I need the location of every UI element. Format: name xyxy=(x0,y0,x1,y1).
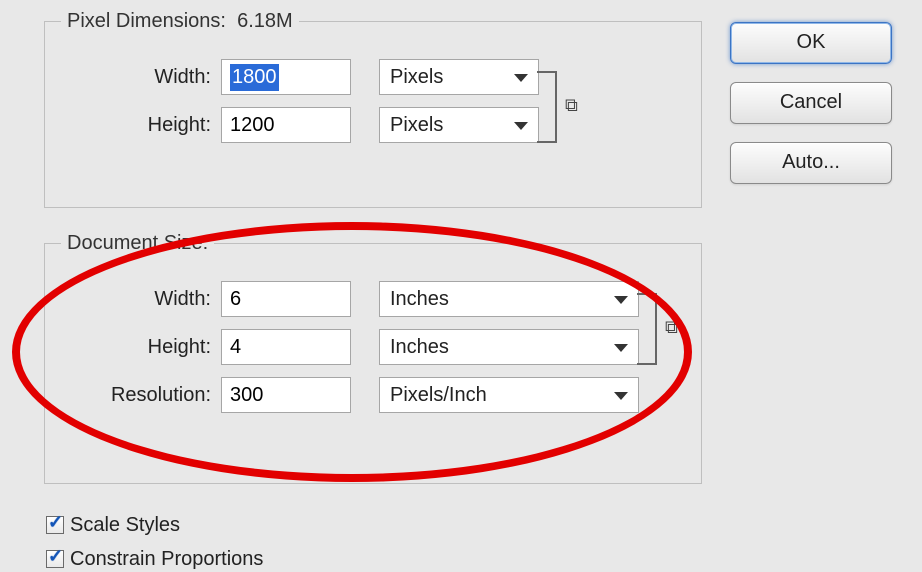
doc-height-row: Height: Inches xyxy=(61,323,685,371)
link-icon[interactable]: ⧉ xyxy=(665,317,678,338)
doc-resolution-label: Resolution: xyxy=(61,384,221,407)
scale-styles-row: Scale Styles xyxy=(46,508,702,542)
cancel-button[interactable]: Cancel xyxy=(730,82,892,124)
px-width-input[interactable]: 1800 xyxy=(221,59,351,95)
doc-resolution-unit: Pixels/Inch xyxy=(390,384,487,406)
px-height-unit: Pixels xyxy=(390,114,443,136)
pixel-dimensions-group: Pixel Dimensions: 6.18M Width: 1800 Pixe… xyxy=(44,10,702,208)
px-width-label: Width: xyxy=(61,66,221,89)
doc-width-label: Width: xyxy=(61,288,221,311)
px-height-row: Height: Pixels xyxy=(61,101,685,149)
ok-button[interactable]: OK xyxy=(730,22,892,64)
px-height-input[interactable] xyxy=(221,107,351,143)
doc-link-bracket xyxy=(637,293,657,365)
doc-width-row: Width: Inches xyxy=(61,275,685,323)
doc-height-label: Height: xyxy=(61,336,221,359)
side-buttons: OK Cancel Auto... xyxy=(730,22,890,202)
constrain-proportions-row: Constrain Proportions xyxy=(46,542,702,572)
doc-resolution-input[interactable] xyxy=(221,377,351,413)
pixel-dimensions-legend: Pixel Dimensions: 6.18M xyxy=(61,10,299,33)
px-width-value: 1800 xyxy=(230,64,279,91)
pixel-dimensions-size: 6.18M xyxy=(237,10,293,32)
px-width-unit-select[interactable]: Pixels xyxy=(379,59,539,95)
doc-width-unit-select[interactable]: Inches xyxy=(379,281,639,317)
pixel-dimensions-label: Pixel Dimensions: xyxy=(67,10,226,32)
px-width-row: Width: 1800 Pixels xyxy=(61,53,685,101)
px-link-bracket xyxy=(537,71,557,143)
image-size-dialog: Pixel Dimensions: 6.18M Width: 1800 Pixe… xyxy=(0,0,922,572)
doc-height-unit: Inches xyxy=(390,336,449,358)
doc-resolution-unit-select[interactable]: Pixels/Inch xyxy=(379,377,639,413)
doc-resolution-row: Resolution: Pixels/Inch xyxy=(61,371,685,419)
document-size-group: Document Size: Width: Inches Height: Inc… xyxy=(44,232,702,484)
doc-height-input[interactable] xyxy=(221,329,351,365)
main-column: Pixel Dimensions: 6.18M Width: 1800 Pixe… xyxy=(44,10,702,572)
scale-styles-checkbox[interactable] xyxy=(46,516,64,534)
doc-width-input[interactable] xyxy=(221,281,351,317)
doc-height-unit-select[interactable]: Inches xyxy=(379,329,639,365)
auto-button[interactable]: Auto... xyxy=(730,142,892,184)
doc-width-unit: Inches xyxy=(390,288,449,310)
px-height-label: Height: xyxy=(61,114,221,137)
constrain-proportions-checkbox[interactable] xyxy=(46,550,64,568)
px-width-unit: Pixels xyxy=(390,66,443,88)
options-checks: Scale Styles Constrain Proportions xyxy=(46,508,702,572)
link-icon[interactable]: ⧉ xyxy=(565,95,578,116)
px-height-unit-select[interactable]: Pixels xyxy=(379,107,539,143)
scale-styles-label: Scale Styles xyxy=(70,514,180,537)
document-size-legend: Document Size: xyxy=(61,232,214,255)
constrain-proportions-label: Constrain Proportions xyxy=(70,548,263,571)
